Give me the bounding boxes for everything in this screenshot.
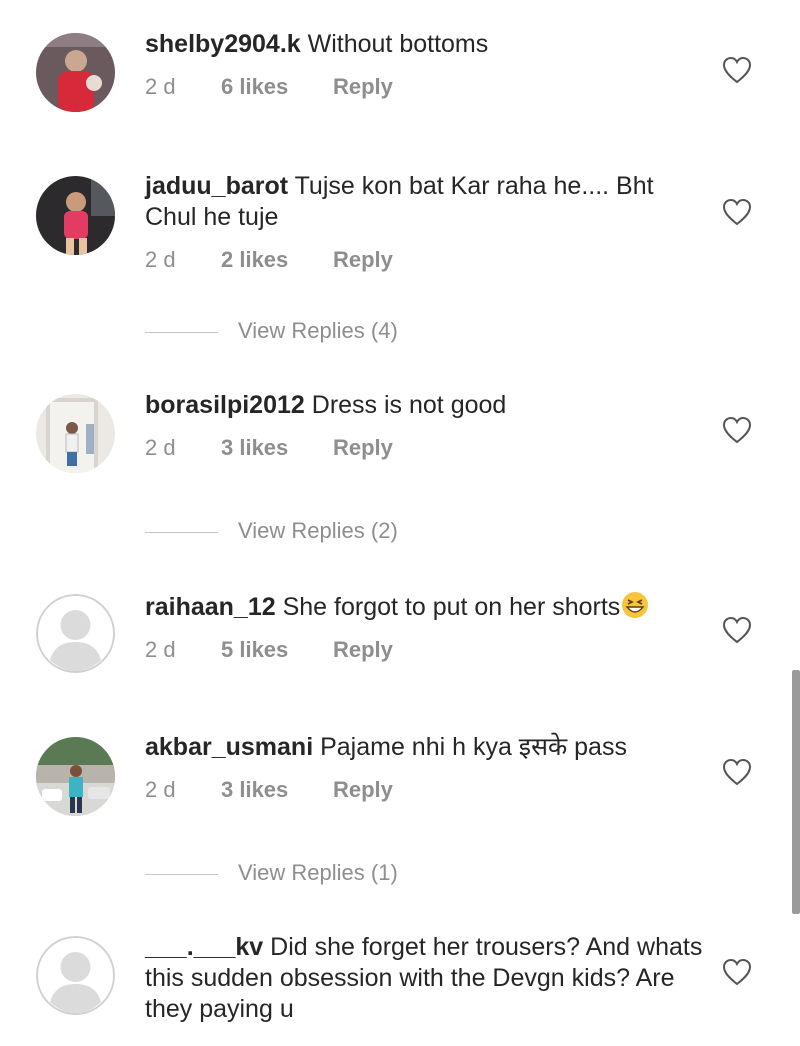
divider-line — [145, 331, 218, 333]
view-replies-label: View Replies (4) — [238, 318, 398, 343]
comment-username[interactable]: borasilpi2012 — [145, 391, 305, 419]
comment-username[interactable]: shelby2904.k — [145, 30, 301, 58]
scrollbar[interactable] — [792, 670, 800, 914]
comment-meta: 2 d 2 likes Reply — [145, 245, 705, 275]
reply-button[interactable]: Reply — [333, 775, 393, 805]
grinning-squinting-face-icon — [622, 592, 649, 618]
comment-body: Pajame nhi h kya इसके pass — [320, 733, 627, 761]
comment-time: 2 d — [145, 777, 176, 802]
comment-meta: 2 d 5 likes Reply — [145, 635, 705, 665]
comment-text: borasilpi2012 Dress is not good — [145, 390, 705, 421]
reply-button[interactable]: Reply — [333, 433, 393, 463]
comment-body: Without bottoms — [307, 30, 489, 58]
divider-line — [145, 873, 218, 875]
comment-body: She forgot to put on her shorts — [282, 593, 621, 621]
comment-username[interactable]: raihaan_12 — [145, 593, 276, 621]
comment-likes[interactable]: 3 likes — [221, 433, 333, 463]
reply-button[interactable]: Reply — [333, 72, 393, 102]
avatar[interactable] — [36, 737, 115, 816]
comment-meta: 2 d 3 likes Reply — [145, 775, 705, 805]
avatar[interactable] — [36, 936, 115, 1015]
avatar[interactable] — [36, 594, 115, 673]
comment-time: 2 d — [145, 247, 176, 272]
heart-outline-icon[interactable] — [722, 56, 752, 84]
avatar[interactable] — [36, 176, 115, 255]
heart-outline-icon[interactable] — [722, 416, 752, 444]
heart-outline-icon[interactable] — [722, 616, 752, 644]
view-replies-label: View Replies (1) — [238, 860, 398, 885]
reply-button[interactable]: Reply — [333, 635, 393, 665]
comment-body: Dress is not good — [311, 391, 507, 419]
view-replies-button[interactable]: View Replies (2) — [145, 516, 398, 546]
comment-meta: 2 d 6 likes Reply — [145, 72, 705, 102]
divider-line — [145, 531, 218, 533]
avatar[interactable] — [36, 394, 115, 473]
view-replies-button[interactable]: View Replies (4) — [145, 316, 398, 346]
heart-outline-icon[interactable] — [722, 198, 752, 226]
comment-time: 2 d — [145, 637, 176, 662]
comment-text: ___.___kv Did she forget her trousers? A… — [145, 932, 705, 1025]
heart-outline-icon[interactable] — [722, 958, 752, 986]
comment-likes[interactable]: 6 likes — [221, 72, 333, 102]
view-replies-label: View Replies (2) — [238, 518, 398, 543]
heart-outline-icon[interactable] — [722, 758, 752, 786]
reply-button[interactable]: Reply — [333, 245, 393, 275]
comment-likes[interactable]: 2 likes — [221, 245, 333, 275]
comment-text: shelby2904.k Without bottoms — [145, 29, 705, 60]
comment-likes[interactable]: 5 likes — [221, 635, 333, 665]
avatar[interactable] — [36, 33, 115, 112]
comment-text: akbar_usmani Pajame nhi h kya इसके pass — [145, 732, 705, 763]
comment-meta: 2 d 3 likes Reply — [145, 433, 705, 463]
comment-time: 2 d — [145, 74, 176, 99]
comment-username[interactable]: ___.___kv — [145, 933, 263, 961]
comment-username[interactable]: akbar_usmani — [145, 733, 313, 761]
comment-likes[interactable]: 3 likes — [221, 775, 333, 805]
comment-text: raihaan_12 She forgot to put on her shor… — [145, 590, 705, 623]
comment-username[interactable]: jaduu_barot — [145, 172, 288, 200]
comment-text: jaduu_barot Tujse kon bat Kar raha he...… — [145, 171, 705, 233]
comment-time: 2 d — [145, 435, 176, 460]
view-replies-button[interactable]: View Replies (1) — [145, 858, 398, 888]
